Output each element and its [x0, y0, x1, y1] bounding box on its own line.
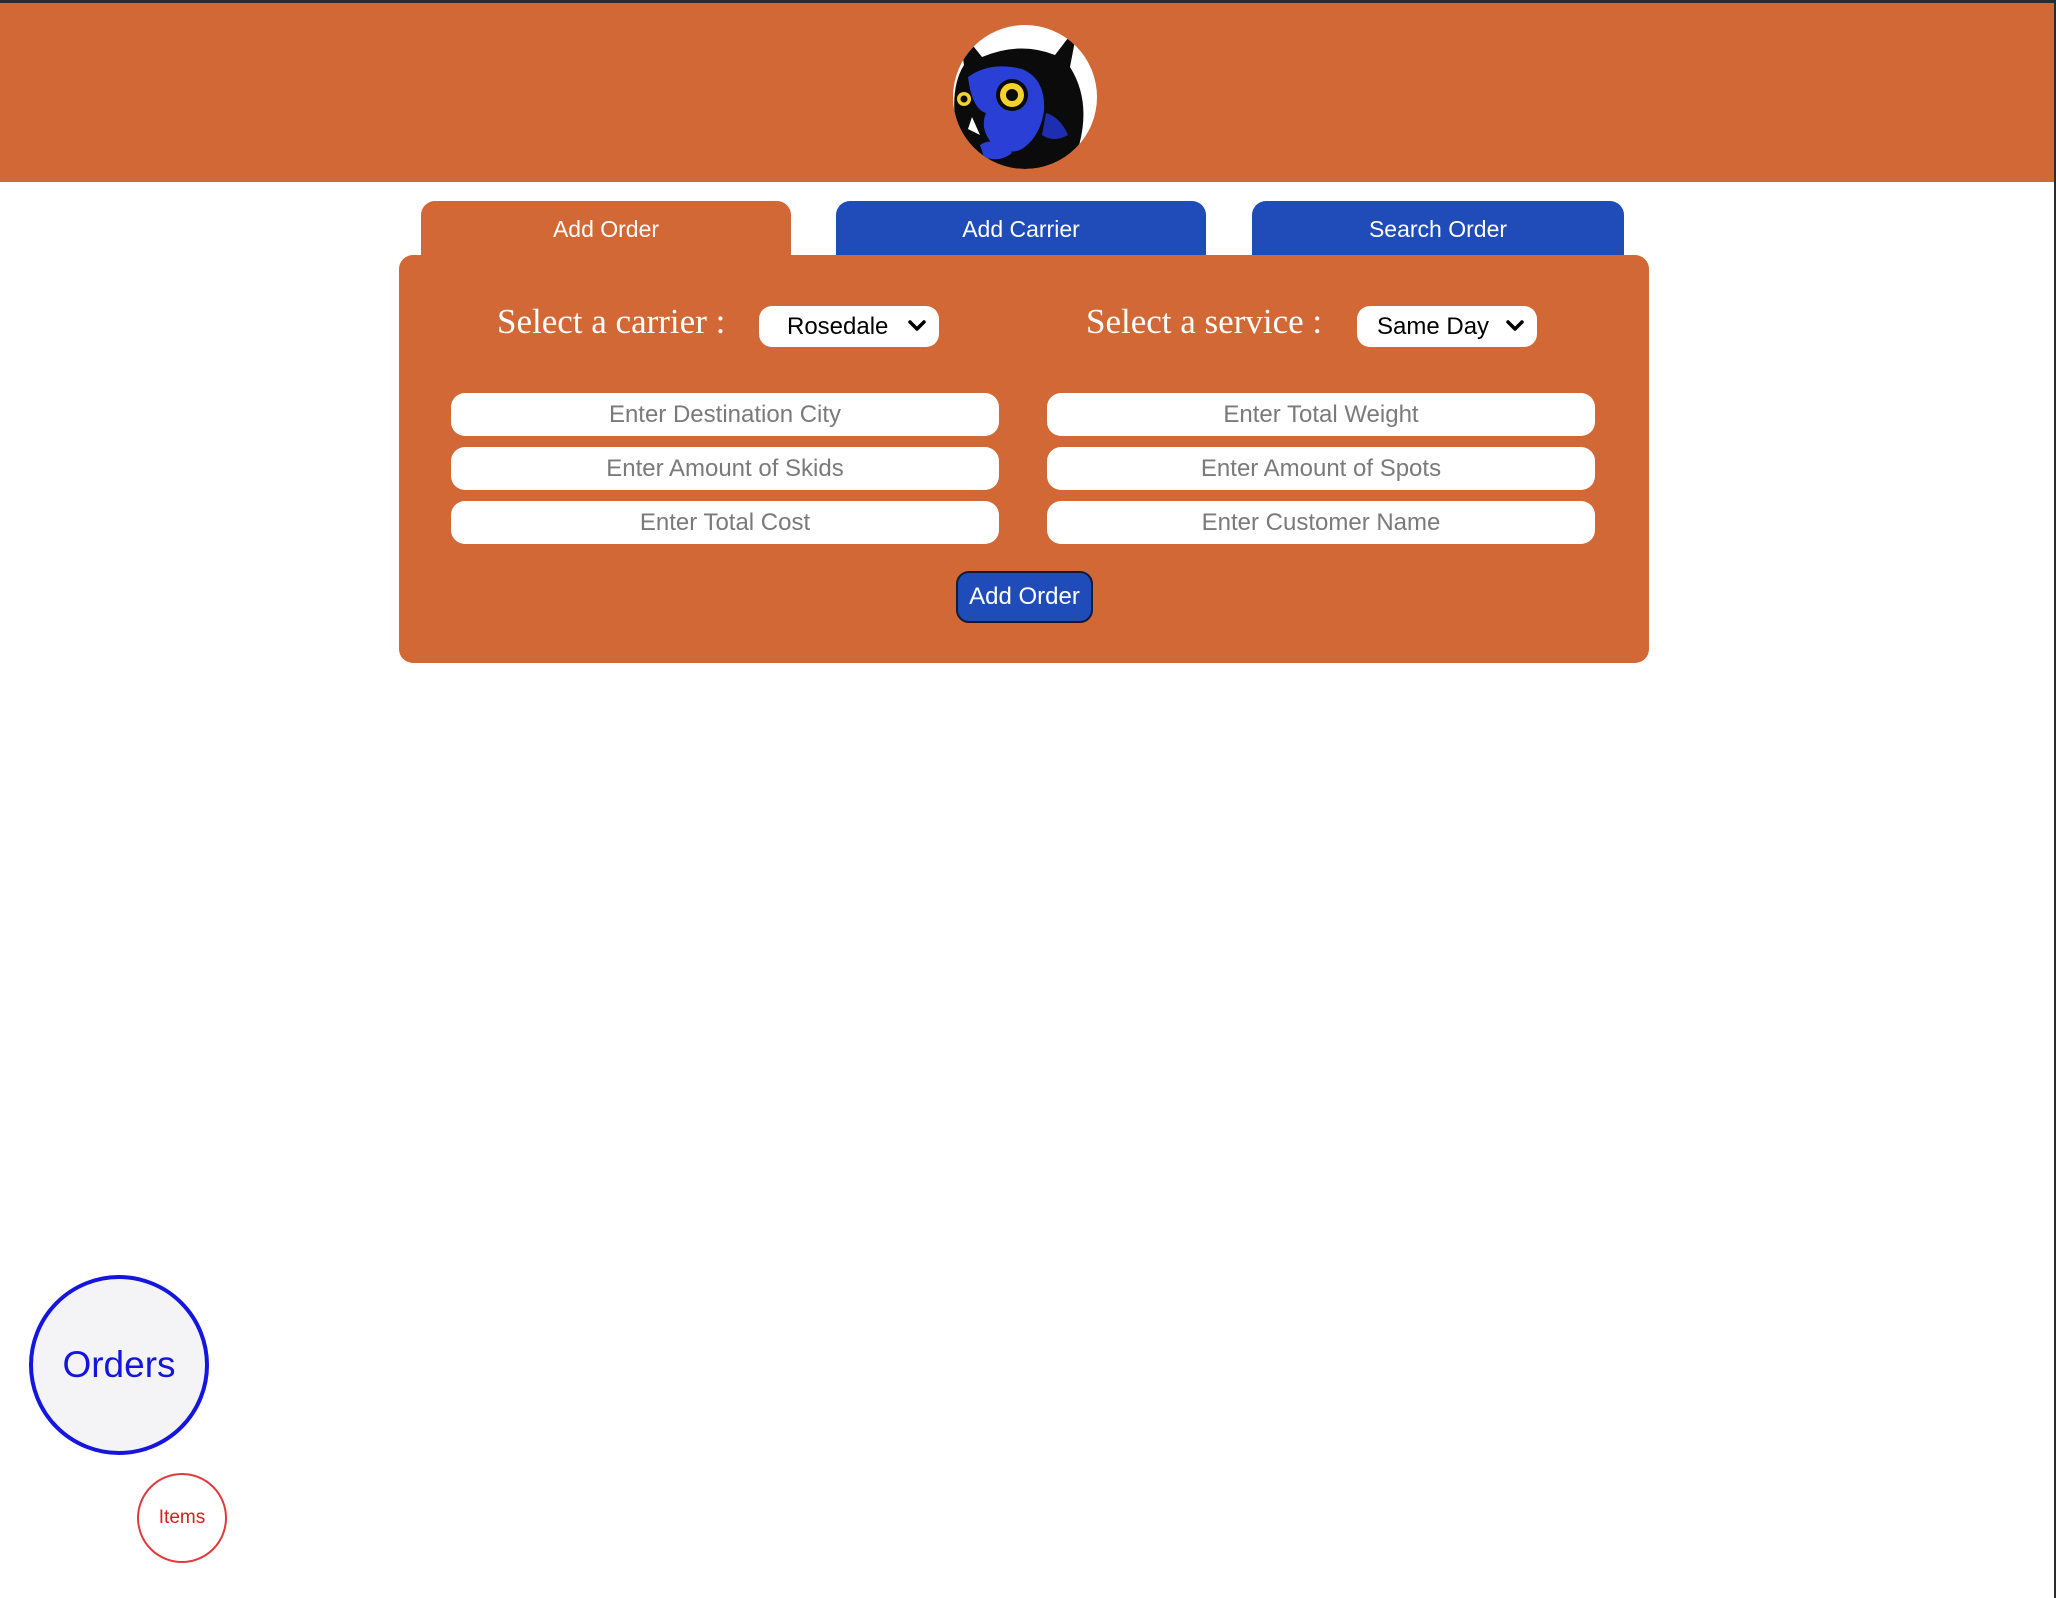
total-cost-input[interactable] — [451, 501, 999, 544]
tab-add-order[interactable]: Add Order — [421, 201, 791, 257]
service-select[interactable]: Same Day — [1357, 306, 1537, 347]
add-order-button[interactable]: Add Order — [956, 571, 1093, 623]
amount-spots-input[interactable] — [1047, 447, 1595, 490]
orders-bubble[interactable]: Orders — [29, 1275, 209, 1455]
destination-city-input[interactable] — [451, 393, 999, 436]
chevron-down-icon — [1506, 320, 1524, 331]
orders-bubble-label: Orders — [62, 1344, 176, 1385]
chevron-down-icon — [908, 320, 926, 331]
carrier-selected-value: Rosedale — [787, 312, 889, 340]
tab-add-carrier[interactable]: Add Carrier — [836, 201, 1206, 257]
customer-name-input[interactable] — [1047, 501, 1595, 544]
app-header — [0, 3, 2054, 182]
items-bubble[interactable]: Items — [137, 1473, 227, 1563]
items-bubble-label: Items — [158, 1507, 206, 1528]
carrier-label: Select a carrier : — [497, 302, 726, 341]
total-weight-input[interactable] — [1047, 393, 1595, 436]
owl-logo-icon[interactable] — [950, 17, 1100, 172]
tab-search-order[interactable]: Search Order — [1252, 201, 1624, 257]
carrier-select[interactable]: Rosedale — [759, 306, 939, 347]
amount-skids-input[interactable] — [451, 447, 999, 490]
service-selected-value: Same Day — [1377, 312, 1490, 340]
service-label: Select a service : — [1086, 302, 1323, 341]
